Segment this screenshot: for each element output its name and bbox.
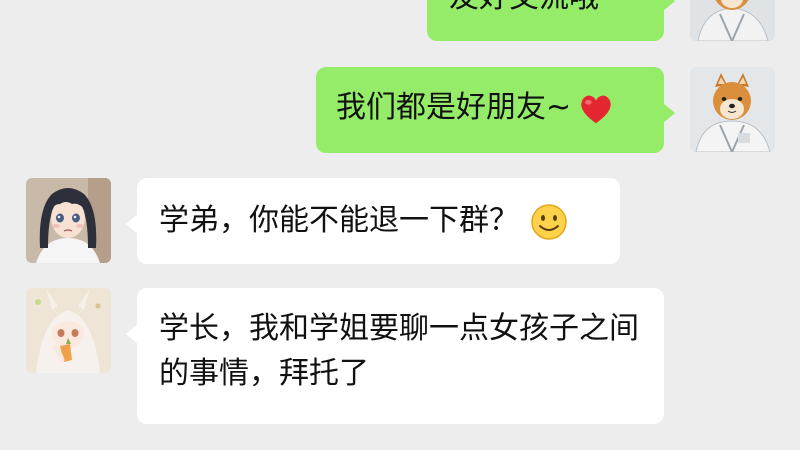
message-text: 学弟，你能不能退一下群？ [159, 203, 519, 238]
message-bubble-outgoing[interactable]: 友好交流哦~ [427, 0, 675, 41]
message-text: 我们都是好朋友~ [336, 90, 572, 125]
white-haired-girl-avatar[interactable] [26, 288, 111, 373]
dark-haired-girl-image [26, 178, 111, 263]
message-text: 学长，我和学姐要聊一点女孩子之间的事情，拜托了 [159, 311, 639, 391]
shiba-inu-avatar[interactable] [690, 0, 775, 41]
message-bubble-incoming[interactable]: 学弟，你能不能退一下群？ [126, 178, 620, 264]
message-bubble-outgoing[interactable]: 我们都是好朋友~ [316, 67, 675, 153]
shiba-inu-image [690, 67, 775, 152]
red-heart-icon [581, 95, 611, 123]
message-text: 友好交流哦~ [449, 0, 624, 15]
message-bubble-incoming[interactable]: 学长，我和学姐要聊一点女孩子之间的事情，拜托了 [126, 288, 664, 424]
smiling-face-icon [531, 203, 567, 240]
white-haired-girl-image [26, 288, 111, 373]
shiba-inu-avatar[interactable] [690, 67, 775, 152]
shiba-inu-image [690, 0, 775, 41]
chat-message-list[interactable]: 友好交流哦~ 我们都是好朋友~ [0, 0, 800, 450]
dark-haired-girl-avatar[interactable] [26, 178, 111, 263]
